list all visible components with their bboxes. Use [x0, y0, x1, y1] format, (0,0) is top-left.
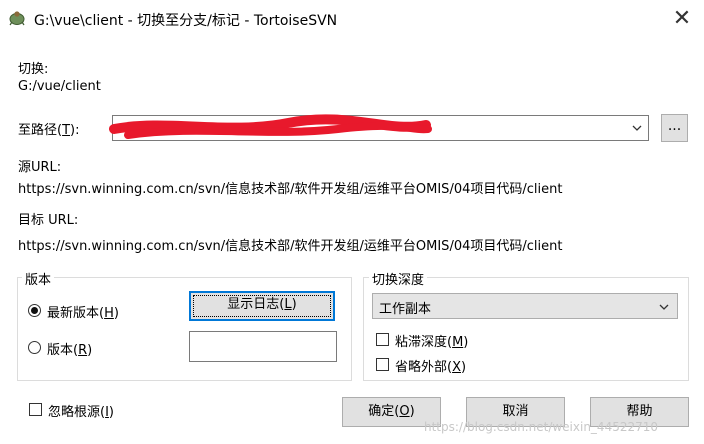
title-bar: G:\vue\client - 切换至分支/标记 - TortoiseSVN ✕ [0, 0, 704, 38]
depth-select-value: 工作副本 [379, 302, 432, 317]
window-title: G:\vue\client - 切换至分支/标记 - TortoiseSVN [34, 13, 338, 29]
depth-group-title: 切换深度 [369, 269, 428, 288]
head-revision-label[interactable]: 最新版本(H) [47, 302, 119, 321]
sticky-depth-label[interactable]: 粘滞深度(M) [395, 331, 468, 350]
sticky-depth-checkbox[interactable] [376, 333, 389, 346]
omit-externals-checkbox[interactable] [376, 358, 389, 371]
revision-label[interactable]: 版本(R) [47, 339, 92, 358]
target-url-label: 目标 URL: [18, 213, 79, 228]
close-button[interactable]: ✕ [662, 2, 702, 36]
chevron-down-icon[interactable] [630, 120, 644, 136]
redaction-mark [109, 114, 432, 139]
to-path-label: 至路径(T): [18, 123, 80, 138]
focus-rectangle [193, 295, 331, 317]
tortoisesvn-icon [9, 11, 25, 26]
source-url-label: 源URL: [18, 160, 62, 175]
ignore-ancestry-checkbox[interactable] [29, 403, 42, 416]
revision-input[interactable] [189, 331, 337, 362]
ignore-ancestry-label[interactable]: 忽略根源(I) [48, 401, 114, 420]
browse-button[interactable]: ... [661, 114, 688, 142]
target-url-value: https://svn.winning.com.cn/svn/信息技术部/软件开… [18, 239, 563, 254]
show-log-button[interactable]: 显示日志(L) [189, 291, 335, 321]
radio-selected-dot [31, 307, 38, 314]
depth-select[interactable]: 工作副本 [372, 293, 678, 319]
omit-externals-label[interactable]: 省略外部(X) [395, 356, 466, 375]
revision-radio[interactable] [28, 341, 41, 354]
watermark: https://blog.csdn.net/weixin_44522710 [424, 420, 659, 434]
switch-label: 切换: [18, 62, 49, 77]
head-revision-radio[interactable] [28, 304, 41, 317]
chevron-down-icon[interactable] [657, 299, 671, 315]
working-copy-path: G:/vue/client [18, 79, 101, 94]
source-url-value: https://svn.winning.com.cn/svn/信息技术部/软件开… [18, 182, 563, 197]
revision-group-title: 版本 [22, 269, 55, 288]
